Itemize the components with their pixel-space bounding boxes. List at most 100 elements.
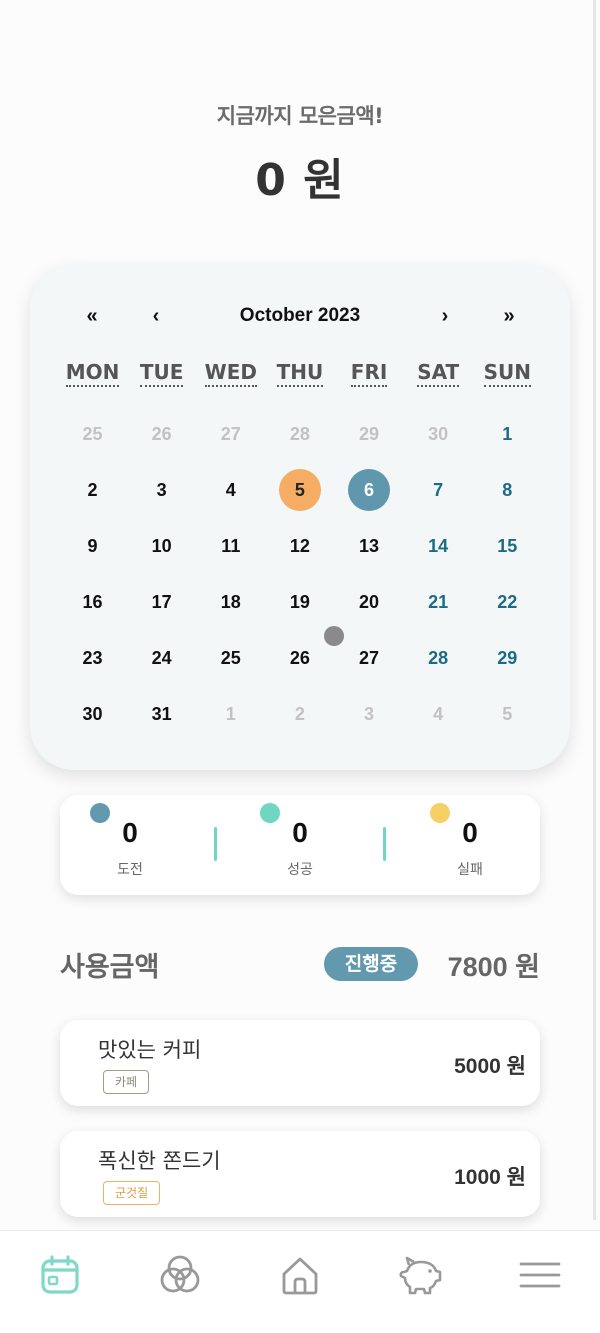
stat-success-label: 성공	[287, 862, 313, 878]
calendar-day[interactable]: 7	[404, 462, 473, 518]
calendar-day-selected[interactable]: 6	[335, 462, 404, 518]
stat-challenge: 0 도전	[60, 795, 200, 895]
expense-amount: 1000 원	[454, 1166, 526, 1189]
calendar-day[interactable]: 28	[265, 406, 334, 462]
calendar-week: 30 31 1 2 3 4 5	[58, 686, 542, 742]
calendar-day[interactable]: 4	[404, 686, 473, 742]
calendar-week: 2 3 4 5 6 7 8	[58, 462, 542, 518]
touch-cursor-indicator	[324, 626, 344, 646]
savings-summary: 지금까지 모은금액! 0 원	[0, 100, 600, 208]
calendar-day[interactable]: 28	[404, 630, 473, 686]
savings-amount: 0 원	[255, 155, 345, 206]
calendar-day[interactable]: 9	[58, 518, 127, 574]
weekday-tue: TUE	[127, 360, 196, 387]
stat-divider	[214, 827, 217, 861]
calendar-day[interactable]: 8	[473, 462, 542, 518]
nav-menu-button[interactable]	[510, 1245, 570, 1305]
spending-total: 7800 원	[447, 952, 540, 982]
prev-year-button[interactable]: «	[72, 301, 112, 331]
calendar-day[interactable]: 5	[473, 686, 542, 742]
calendar-grid: 25 26 27 28 29 30 1 2 3 4 5 6 7 8 9 10 1…	[58, 406, 542, 742]
stat-challenge-value: 0	[122, 817, 138, 848]
calendar-day[interactable]: 2	[265, 686, 334, 742]
calendar-day[interactable]: 25	[58, 406, 127, 462]
calendar-day[interactable]: 27	[335, 630, 404, 686]
nav-home-button[interactable]	[270, 1245, 330, 1305]
prev-month-button[interactable]: ‹	[136, 301, 176, 331]
calendar-day[interactable]: 26	[127, 406, 196, 462]
stat-fail-label: 실패	[457, 862, 483, 878]
calendar-day[interactable]: 14	[404, 518, 473, 574]
calendar-day[interactable]: 11	[196, 518, 265, 574]
calendar-day[interactable]: 3	[335, 686, 404, 742]
venn-icon	[160, 1255, 200, 1293]
stat-fail: 0 실패	[400, 795, 540, 895]
challenge-stats: 0 도전 0 성공 0 실패	[60, 795, 540, 895]
spending-title: 사용금액	[60, 952, 160, 983]
nav-piggy-bank-button[interactable]	[390, 1245, 450, 1305]
calendar-day[interactable]: 24	[127, 630, 196, 686]
calendar-day[interactable]: 20	[335, 574, 404, 630]
calendar-day[interactable]: 12	[265, 518, 334, 574]
calendar-day[interactable]: 17	[127, 574, 196, 630]
next-year-button[interactable]: »	[489, 301, 529, 331]
expense-name: 맛있는 커피	[98, 1038, 202, 1062]
calendar-day[interactable]: 21	[404, 574, 473, 630]
calendar-day[interactable]: 23	[58, 630, 127, 686]
next-month-button[interactable]: ›	[425, 301, 465, 331]
calendar-day-highlighted[interactable]: 5	[265, 462, 334, 518]
bottom-navigation	[0, 1230, 600, 1333]
calendar-day[interactable]: 31	[127, 686, 196, 742]
calendar-day[interactable]: 27	[196, 406, 265, 462]
calendar-day[interactable]: 16	[58, 574, 127, 630]
expense-amount: 5000 원	[454, 1055, 526, 1078]
calendar-day[interactable]: 10	[127, 518, 196, 574]
calendar-day[interactable]: 22	[473, 574, 542, 630]
calendar-week: 16 17 18 19 20 21 22	[58, 574, 542, 630]
calendar-month-title[interactable]: October 2023	[200, 301, 400, 331]
stat-fail-value: 0	[462, 817, 478, 848]
expense-category-tag: 카페	[103, 1070, 150, 1094]
calendar-day[interactable]: 2	[58, 462, 127, 518]
calendar-day[interactable]: 1	[196, 686, 265, 742]
weekday-sun: SUN	[473, 360, 542, 387]
weekday-header: MON TUE WED THU FRI SAT SUN	[58, 360, 542, 387]
weekday-sat: SAT	[404, 360, 473, 387]
expense-name: 폭신한 쫀드기	[98, 1149, 221, 1173]
calendar-week: 25 26 27 28 29 30 1	[58, 406, 542, 462]
calendar-icon	[41, 1255, 79, 1294]
calendar-day[interactable]: 18	[196, 574, 265, 630]
weekday-mon: MON	[58, 360, 127, 387]
expense-item[interactable]: 폭신한 쫀드기 군것질 1000 원	[60, 1131, 540, 1217]
weekday-fri: FRI	[335, 360, 404, 387]
stat-challenge-label: 도전	[117, 862, 143, 878]
calendar-day[interactable]: 30	[58, 686, 127, 742]
calendar-day[interactable]: 25	[196, 630, 265, 686]
status-badge[interactable]: 진행중	[324, 947, 418, 981]
expense-item[interactable]: 맛있는 커피 카페 5000 원	[60, 1020, 540, 1106]
calendar: « ‹ October 2023 › » MON TUE WED THU FRI…	[30, 265, 570, 770]
calendar-week: 9 10 11 12 13 14 15	[58, 518, 542, 574]
calendar-day[interactable]: 19	[265, 574, 334, 630]
stat-divider	[383, 827, 386, 861]
calendar-day[interactable]: 30	[404, 406, 473, 462]
expense-category-tag: 군것질	[103, 1181, 161, 1205]
calendar-day[interactable]: 13	[335, 518, 404, 574]
nav-venn-button[interactable]	[150, 1245, 210, 1305]
weekday-wed: WED	[196, 360, 265, 387]
calendar-day[interactable]: 29	[473, 630, 542, 686]
day-selected-circle: 6	[348, 469, 391, 511]
calendar-day[interactable]: 4	[196, 462, 265, 518]
piggy-bank-icon	[399, 1256, 442, 1295]
nav-calendar-button[interactable]	[30, 1245, 90, 1305]
calendar-navigation: « ‹ October 2023 › »	[30, 301, 570, 331]
home-icon	[282, 1257, 318, 1295]
calendar-day[interactable]: 1	[473, 406, 542, 462]
day-highlight-circle: 5	[278, 469, 321, 511]
calendar-day[interactable]: 3	[127, 462, 196, 518]
weekday-thu: THU	[265, 360, 334, 387]
calendar-day[interactable]: 29	[335, 406, 404, 462]
calendar-day[interactable]: 15	[473, 518, 542, 574]
calendar-week: 23 24 25 26 27 28 29	[58, 630, 542, 686]
savings-subtitle: 지금까지 모은금액!	[216, 104, 384, 128]
